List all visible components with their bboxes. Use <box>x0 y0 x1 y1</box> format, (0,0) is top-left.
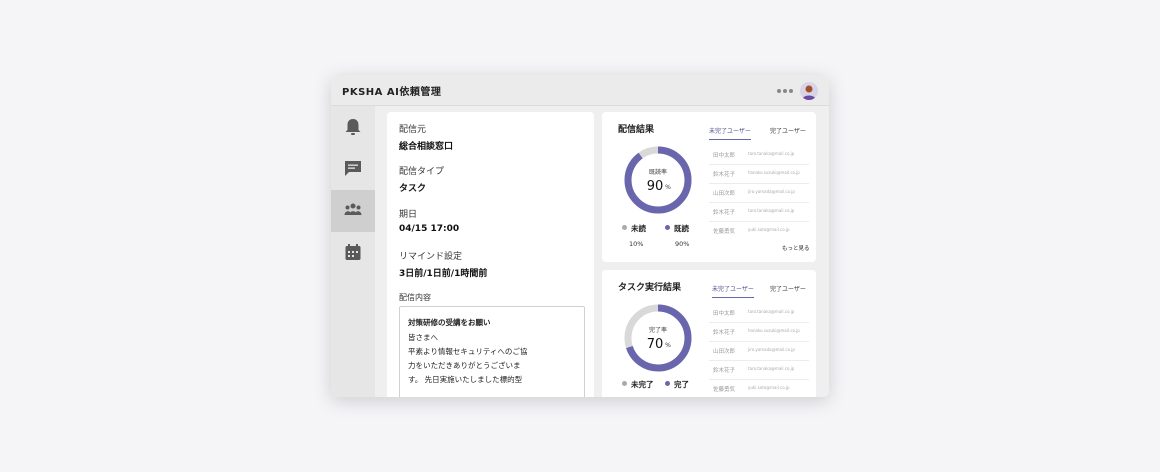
sidebar-item-team[interactable] <box>331 190 375 232</box>
user-name: 鈴木花子 <box>713 330 736 336</box>
read-rate-donut: 既読率 90 % <box>624 146 692 214</box>
calendar-icon <box>345 244 361 260</box>
type-value: タスク <box>399 184 427 194</box>
user-email: taro.tanaka@mail.co.jp <box>748 309 795 314</box>
app-title: PKSHA AI依頼管理 <box>342 87 442 98</box>
task-result-card: タスク実行結果 未完了ユーザー 完了ユーザー 完了率 70 % 未完了 完了 田… <box>602 270 816 397</box>
user-email: yuki.sato@mail.co.jp <box>748 385 790 390</box>
donut-unit: % <box>665 184 671 191</box>
team-icon <box>344 203 362 215</box>
user-row[interactable]: 佐藤勇気 yuki.sato@mail.co.jp <box>709 221 809 240</box>
bell-icon <box>345 119 361 135</box>
unread-percent: 10% <box>629 240 644 248</box>
user-name: 山田次郎 <box>713 191 736 197</box>
chat-icon <box>345 161 361 176</box>
user-row[interactable]: 田中太郎 taro.tanaka@mail.co.jp <box>709 303 809 323</box>
message-line: す。 先日実施いたしました標的型 <box>408 375 523 384</box>
remind-value: 3日前/1日前/1時間前 <box>399 269 488 279</box>
donut-value: 70 <box>647 337 664 352</box>
user-row[interactable]: 山田次郎 jiro.yamada@mail.co.jp <box>709 341 809 361</box>
content-label: 配信内容 <box>399 293 431 302</box>
user-avatar[interactable] <box>800 82 818 100</box>
legend-label: 完了 <box>674 380 689 389</box>
show-more-link[interactable]: もっと見る <box>782 244 810 252</box>
message-content-box[interactable]: 対策研修の受講をお願い 皆さまへ 平素より情報セキュリティへのご協 力をいただき… <box>399 306 585 397</box>
tab-incomplete-users[interactable]: 未完了ユーザー <box>712 284 754 298</box>
user-name: 田中太郎 <box>713 153 736 159</box>
user-row[interactable]: 鈴木花子 taro.tanaka@mail.co.jp <box>709 202 809 222</box>
message-line: 平素より情報セキュリティへのご協 <box>408 347 528 356</box>
main-content: 配信元 総合相談窓口 配信タイプ タスク 期日 04/15 17:00 リマイン… <box>375 106 829 397</box>
read-percent: 90% <box>675 240 690 248</box>
tab-complete-users[interactable]: 完了ユーザー <box>770 284 806 297</box>
source-value: 総合相談窓口 <box>399 142 454 152</box>
tab-incomplete-users[interactable]: 未完了ユーザー <box>709 126 751 140</box>
user-email: jiro.yamada@mail.co.jp <box>748 189 795 194</box>
sidebar <box>331 106 375 397</box>
legend-complete: 完了 <box>665 379 689 390</box>
donut-unit: % <box>665 342 671 349</box>
sidebar-item-messages[interactable] <box>331 148 375 190</box>
message-subject: 対策研修の受講をお願い <box>408 318 491 327</box>
user-email: taro.tanaka@mail.co.jp <box>748 366 795 371</box>
user-name: 鈴木花子 <box>713 210 736 216</box>
legend-dot <box>665 225 670 230</box>
user-email: hanako.suzuki@mail.co.jp <box>748 328 800 333</box>
source-label: 配信元 <box>399 125 427 135</box>
title-bar: PKSHA AI依頼管理 <box>331 75 829 106</box>
due-value: 04/15 17:00 <box>399 224 460 234</box>
sidebar-item-calendar[interactable] <box>331 232 375 274</box>
user-row[interactable]: 鈴木花子 hanako.suzuki@mail.co.jp <box>709 164 809 184</box>
user-email: taro.tanaka@mail.co.jp <box>748 208 795 213</box>
legend-label: 未読 <box>631 224 646 233</box>
legend-incomplete: 未完了 <box>622 379 654 390</box>
sidebar-item-notifications[interactable] <box>331 106 375 148</box>
legend-dot <box>665 381 670 386</box>
user-name: 田中太郎 <box>713 311 736 317</box>
due-label: 期日 <box>399 210 418 220</box>
user-name: 佐藤勇気 <box>713 229 736 235</box>
legend-dot <box>622 225 627 230</box>
legend-dot <box>622 381 627 386</box>
user-email: yuki.sato@mail.co.jp <box>748 227 790 232</box>
donut-label: 完了率 <box>649 326 667 334</box>
user-row[interactable]: 山田次郎 jiro.yamada@mail.co.jp <box>709 183 809 203</box>
user-row[interactable]: 佐藤勇気 yuki.sato@mail.co.jp <box>709 379 809 397</box>
user-name: 鈴木花子 <box>713 368 736 374</box>
user-email: hanako.suzuki@mail.co.jp <box>748 170 800 175</box>
user-row[interactable]: 鈴木花子 hanako.suzuki@mail.co.jp <box>709 322 809 342</box>
request-detail-card: 配信元 総合相談窓口 配信タイプ タスク 期日 04/15 17:00 リマイン… <box>387 112 594 397</box>
tab-complete-users[interactable]: 完了ユーザー <box>770 126 806 139</box>
user-row[interactable]: 田中太郎 taro.tanaka@mail.co.jp <box>709 145 809 165</box>
message-line: 力をいただきありがとうございま <box>408 361 521 370</box>
more-options-icon[interactable] <box>777 89 795 93</box>
legend-read: 既読 <box>665 223 689 234</box>
user-name: 佐藤勇気 <box>713 387 736 393</box>
remind-label: リマインド設定 <box>399 252 463 262</box>
user-name: 山田次郎 <box>713 349 736 355</box>
task-title: タスク実行結果 <box>618 283 682 293</box>
completion-rate-donut: 完了率 70 % <box>624 304 692 372</box>
donut-value: 90 <box>647 179 664 194</box>
donut-label: 既読率 <box>649 168 667 176</box>
message-line: 皆さまへ <box>408 333 438 342</box>
user-row[interactable]: 鈴木花子 taro.tanaka@mail.co.jp <box>709 360 809 380</box>
legend-unread: 未読 <box>622 223 646 234</box>
user-email: taro.tanaka@mail.co.jp <box>748 151 795 156</box>
delivery-title: 配信結果 <box>618 125 655 135</box>
type-label: 配信タイプ <box>399 167 445 177</box>
user-email: jiro.yamada@mail.co.jp <box>748 347 795 352</box>
legend-label: 既読 <box>674 224 689 233</box>
user-name: 鈴木花子 <box>713 172 736 178</box>
legend-label: 未完了 <box>631 380 654 389</box>
delivery-result-card: 配信結果 未完了ユーザー 完了ユーザー 既読率 90 % 未読 既読 10% 9… <box>602 112 816 262</box>
app-window: PKSHA AI依頼管理 配信元 総合相談窓口 配信タイプ タスク 期日 04/… <box>331 75 829 397</box>
